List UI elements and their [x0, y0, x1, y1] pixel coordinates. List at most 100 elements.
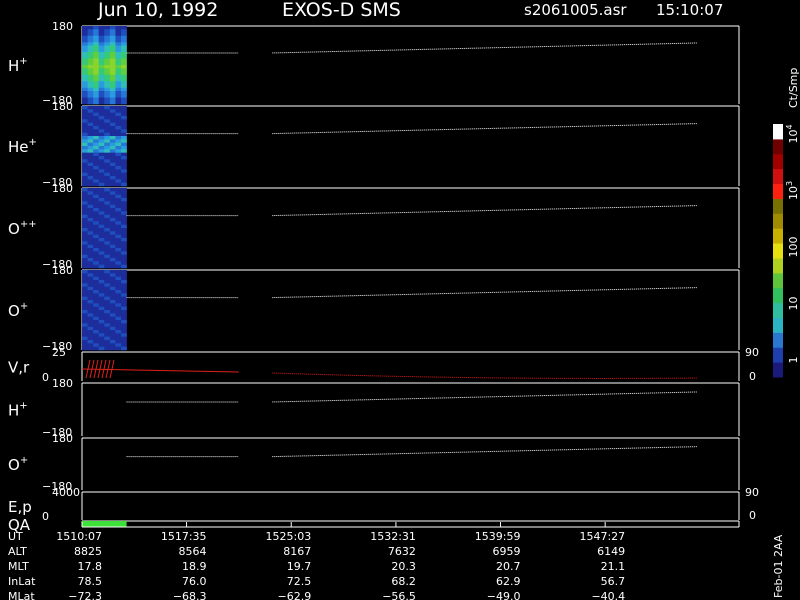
panel-label: H+: [8, 401, 28, 420]
heat-cell: [93, 84, 100, 89]
heat-cell: [87, 109, 94, 113]
heat-cell: [87, 248, 94, 252]
heat-cell: [109, 254, 116, 259]
heat-cell: [87, 316, 94, 321]
heat-cell: [115, 182, 122, 187]
heat-cell: [93, 188, 100, 192]
heat-cell: [82, 142, 88, 147]
heat-cell: [82, 126, 88, 130]
heat-cell: [104, 122, 111, 127]
heat-cell: [109, 333, 116, 337]
heat-cell: [109, 211, 116, 215]
heat-cell: [82, 87, 88, 92]
heat-cell: [120, 293, 127, 297]
colorbar-cell: [773, 124, 783, 140]
heat-cell: [120, 234, 127, 239]
heat-cell: [109, 112, 116, 117]
heat-cell: [82, 248, 88, 252]
heat-cell: [109, 316, 116, 321]
heat-cell: [109, 340, 116, 344]
heat-cell: [115, 122, 122, 127]
heat-cell: [115, 326, 122, 331]
heat-cell: [98, 313, 105, 317]
heat-cell: [98, 26, 105, 30]
heat-cell: [93, 270, 100, 274]
heat-cell: [93, 52, 100, 56]
heat-cell: [115, 146, 122, 150]
heat-cell: [87, 188, 94, 192]
heat-cell: [104, 214, 111, 219]
heat-cell: [82, 191, 88, 195]
heat-cell: [98, 191, 105, 195]
heat-cell: [115, 156, 122, 160]
panel-label-sup: +: [20, 455, 28, 466]
heat-cell: [82, 234, 88, 239]
heat-cell: [104, 146, 111, 150]
heat-cell: [115, 58, 122, 63]
heat-cell: [109, 194, 116, 199]
heat-cell: [82, 330, 88, 334]
heat-cell: [115, 109, 122, 113]
heat-cell: [109, 244, 116, 249]
heat-cell: [82, 198, 88, 202]
vr-trace-b: [272, 372, 697, 379]
trace-segment-b: [272, 123, 697, 135]
heat-cell: [82, 136, 88, 140]
heat-cell: [93, 35, 100, 40]
heat-cell: [93, 152, 100, 157]
heat-cell: [104, 55, 111, 59]
colorbar-cell: [773, 153, 783, 170]
heat-cell: [115, 211, 122, 215]
heat-cell: [98, 286, 105, 291]
heat-cell: [98, 188, 105, 192]
heat-cell: [109, 303, 116, 307]
heat-cell: [82, 228, 88, 232]
heat-cell: [87, 152, 94, 157]
heat-cell: [115, 71, 122, 76]
heat-cell: [87, 74, 94, 79]
heat-cell: [93, 71, 100, 76]
heat-cell: [120, 172, 127, 177]
heat-cell: [115, 169, 122, 173]
heat-cell: [115, 132, 122, 137]
heat-cell: [109, 84, 116, 89]
heat-cell: [104, 286, 111, 291]
trace-segment-b: [272, 205, 697, 217]
colorbar-cell: [773, 183, 783, 199]
heat-cell: [98, 149, 105, 153]
heat-cell: [87, 169, 94, 173]
heat-cell: [104, 326, 111, 331]
heat-cell: [82, 166, 88, 170]
heat-cell: [115, 286, 122, 291]
heat-cell: [87, 191, 94, 195]
heat-cell: [115, 293, 122, 297]
heat-cell: [98, 221, 105, 225]
heat-cell: [115, 42, 122, 46]
heat-cell: [93, 231, 100, 235]
heat-cell: [115, 273, 122, 277]
heat-cell: [120, 336, 127, 341]
heat-cell: [115, 283, 122, 287]
heat-cell: [82, 313, 88, 317]
heat-cell: [87, 94, 94, 98]
heat-cell: [104, 258, 111, 262]
heat-cell: [93, 323, 100, 327]
heat-cell: [93, 303, 100, 307]
heat-cell: [87, 303, 94, 307]
heat-cell: [109, 94, 116, 98]
ephem-row-label: InLat: [8, 575, 36, 588]
heat-cell: [104, 61, 111, 66]
heat-cell: [82, 149, 88, 153]
heat-cell: [104, 42, 111, 46]
panel-3: 180−180O+: [8, 264, 740, 353]
heat-cell: [115, 306, 122, 311]
heat-cell: [93, 146, 100, 150]
heat-cell: [120, 204, 127, 209]
heat-cell: [82, 74, 88, 79]
colorbar: 1 10 100 103 104 Ct/Smp: [773, 68, 800, 378]
panel-label: O+: [8, 455, 28, 474]
heat-cell: [104, 91, 111, 95]
ephem-cell: 7632: [388, 545, 416, 558]
heat-cell: [82, 119, 88, 123]
heat-cell: [115, 26, 122, 30]
